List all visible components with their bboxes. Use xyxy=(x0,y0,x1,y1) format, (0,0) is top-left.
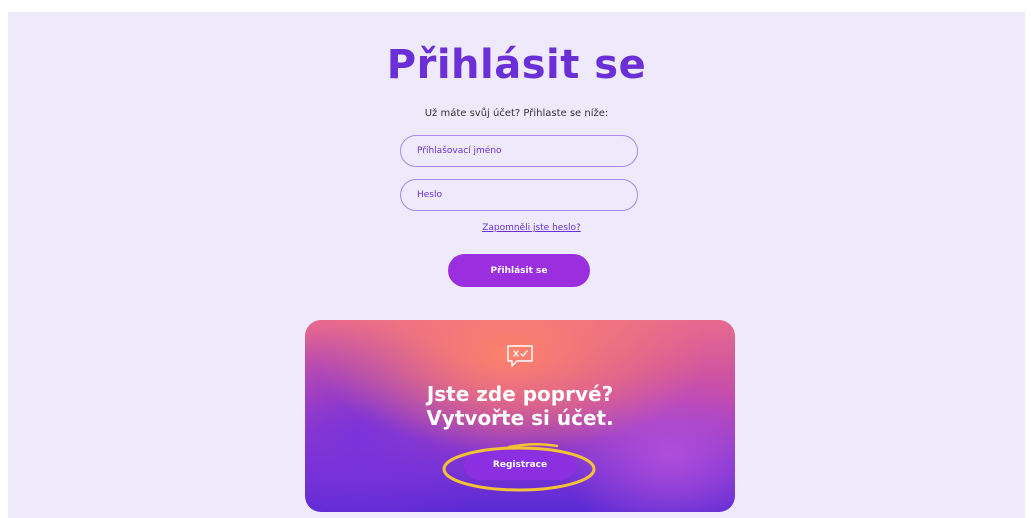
highlight-ring xyxy=(442,443,596,492)
register-title-line-1: Jste zde poprvé? xyxy=(426,382,614,406)
chat-check-icon xyxy=(507,345,533,367)
login-subtitle: Už máte svůj účet? Přihlaste se níže: xyxy=(424,108,609,119)
page-title: Přihlásit se xyxy=(386,42,647,88)
register-title-line-2: Vytvořte si účet. xyxy=(426,406,614,430)
login-button[interactable]: Přihlásit se xyxy=(448,254,590,287)
register-card: Jste zde poprvé? Vytvořte si účet. Regis… xyxy=(305,320,735,512)
username-placeholder: Přihlašovací jméno xyxy=(417,146,502,156)
forgot-password-link[interactable]: Zapomněli jste heslo? xyxy=(8,223,1025,233)
register-card-title: Jste zde poprvé? Vytvořte si účet. xyxy=(305,382,735,430)
password-placeholder: Heslo xyxy=(417,190,443,200)
password-input[interactable]: Heslo xyxy=(400,179,638,211)
login-page: Přihlásit se Už máte svůj účet? Přihlast… xyxy=(8,12,1025,518)
username-input[interactable]: Přihlašovací jméno xyxy=(400,135,638,167)
